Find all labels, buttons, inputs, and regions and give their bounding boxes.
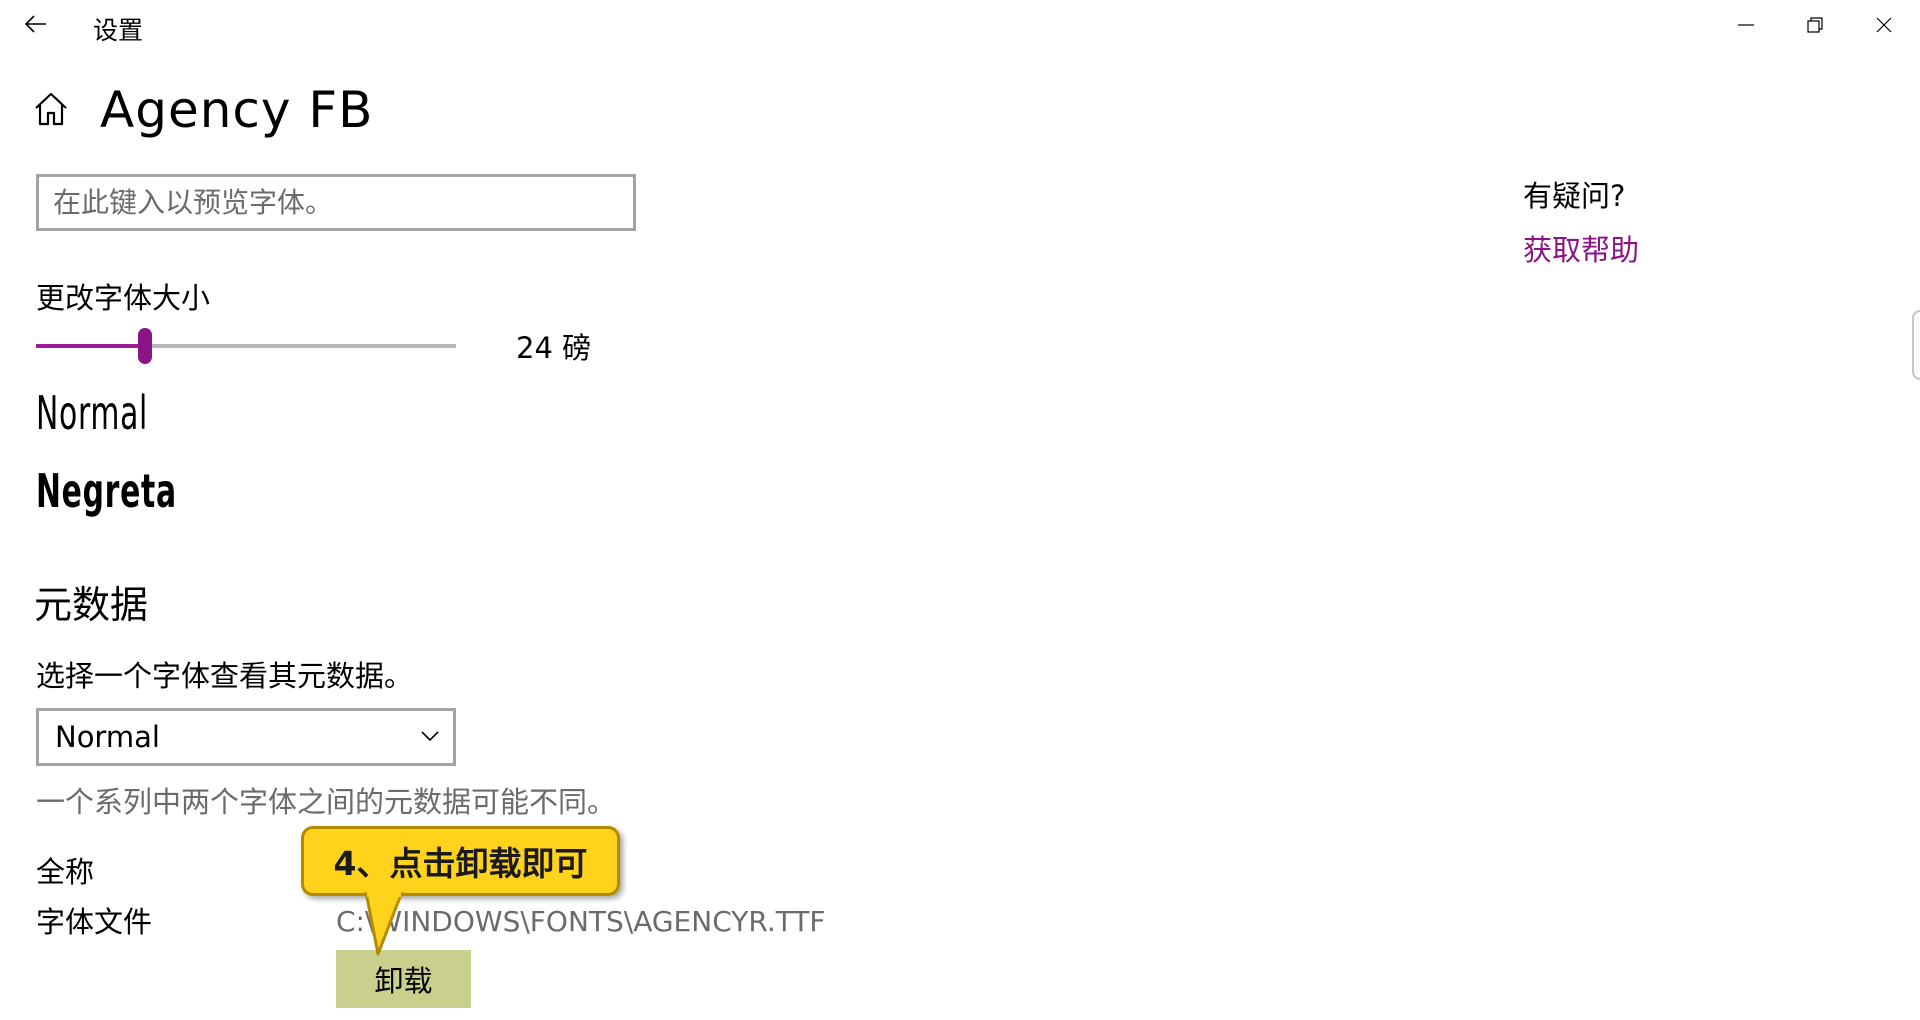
page-title: Agency FB (100, 81, 374, 139)
minimize-icon (1738, 24, 1754, 26)
slider-thumb[interactable] (138, 328, 153, 364)
uninstall-button[interactable]: 卸载 (336, 950, 471, 1008)
callout-pointer (364, 892, 404, 956)
minimize-button[interactable] (1712, 0, 1780, 50)
metadata-heading: 元数据 (34, 583, 149, 627)
close-icon (1876, 17, 1892, 33)
preview-text-input[interactable] (36, 174, 636, 231)
back-button[interactable] (18, 8, 54, 40)
sample-normal: Normal (36, 386, 149, 440)
close-button[interactable] (1850, 0, 1918, 50)
font-size-slider[interactable] (36, 326, 456, 366)
dropdown-selected-value: Normal (55, 720, 160, 754)
metadata-note: 一个系列中两个字体之间的元数据可能不同。 (36, 785, 617, 819)
fullname-label: 全称 (36, 855, 95, 889)
slider-fill (36, 344, 146, 348)
chevron-down-icon (421, 731, 439, 742)
sample-bold: Negreta (36, 464, 177, 518)
restore-icon (1807, 17, 1823, 33)
font-size-value: 24 磅 (516, 331, 592, 365)
metadata-description: 选择一个字体查看其元数据。 (36, 659, 414, 693)
help-question: 有疑问? (1523, 179, 1626, 213)
home-button[interactable] (30, 88, 72, 130)
fontfile-label: 字体文件 (36, 905, 153, 939)
edge-scroll-handle[interactable] (1912, 310, 1920, 380)
home-icon (35, 92, 67, 126)
arrow-left-icon (25, 15, 46, 33)
annotation-callout: 4、点击卸载即可 (301, 826, 620, 896)
font-style-dropdown[interactable]: Normal (36, 708, 456, 766)
app-title: 设置 (93, 16, 144, 45)
fontfile-path: C:\WINDOWS\FONTS\AGENCYR.TTF (336, 905, 826, 938)
font-size-label: 更改字体大小 (36, 281, 211, 315)
get-help-link[interactable]: 获取帮助 (1523, 230, 1639, 270)
restore-button[interactable] (1781, 0, 1849, 50)
